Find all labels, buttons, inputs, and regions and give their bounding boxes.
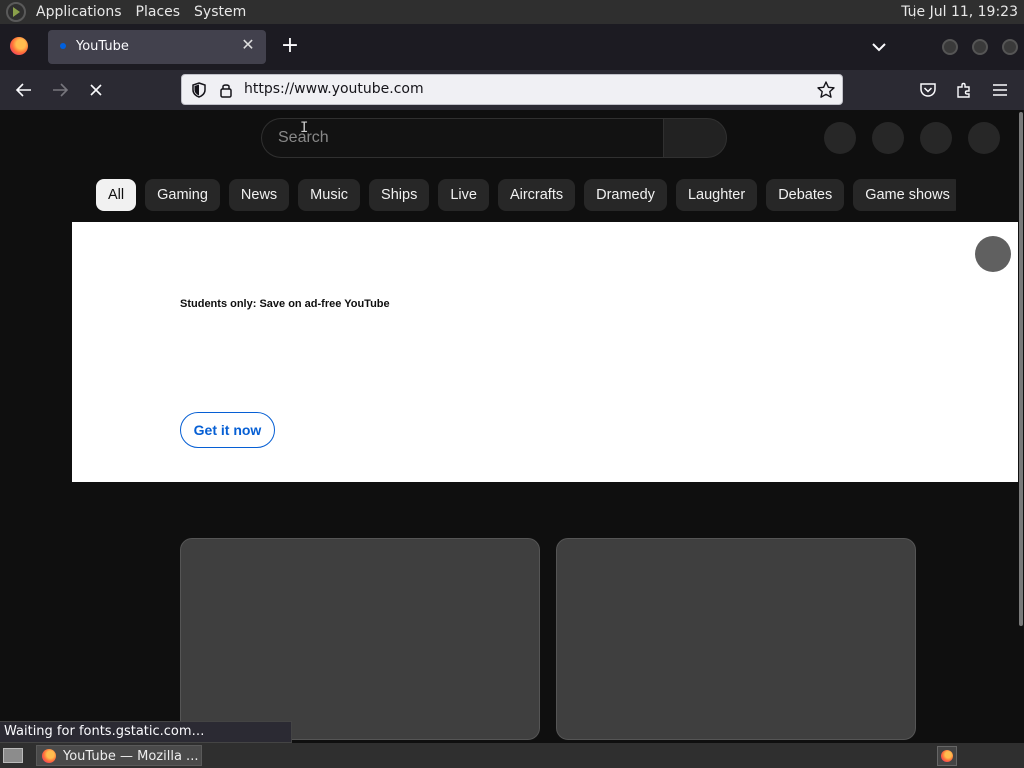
chip-debates[interactable]: Debates [766, 179, 845, 211]
arrow-right-icon[interactable] [48, 78, 72, 102]
show-desktop-icon[interactable] [3, 748, 23, 763]
url-bar[interactable]: https://www.youtube.com [181, 74, 843, 105]
tab-youtube[interactable]: YouTube ✕ [48, 30, 266, 64]
minimize-window-button[interactable] [942, 39, 958, 55]
dismiss-banner-button[interactable] [975, 236, 1011, 272]
taskbar-window-button[interactable]: YouTube — Mozilla ... [36, 745, 202, 766]
chip-ships[interactable]: Ships [369, 179, 430, 211]
video-thumbnail-placeholder[interactable] [556, 538, 916, 740]
chip-game-shows[interactable]: Game shows [853, 179, 956, 211]
arrow-left-icon[interactable] [12, 78, 36, 102]
avatar[interactable] [968, 122, 1000, 154]
menu-system[interactable]: System [190, 4, 250, 20]
chip-aircrafts[interactable]: Aircrafts [497, 179, 576, 211]
firefox-tray-icon[interactable] [937, 746, 957, 766]
category-chips: All Gaming News Music Ships Live Aircrafts Dram… [96, 179, 956, 211]
loading-favicon-icon [60, 43, 66, 49]
menu-applications[interactable]: Applications [32, 4, 126, 20]
tab-strip: YouTube ✕ + [0, 24, 1024, 70]
maximize-window-button[interactable] [972, 39, 988, 55]
close-window-button[interactable] [1002, 39, 1018, 55]
top-panel: Applications Places System Tue Jul 11, 1… [0, 0, 1024, 24]
url-text[interactable]: https://www.youtube.com [244, 81, 424, 97]
chip-laughter[interactable]: Laughter [675, 179, 758, 211]
chevron-down-icon[interactable] [868, 36, 890, 58]
chip-dramedy[interactable]: Dramedy [584, 179, 667, 211]
video-thumbnail-placeholder[interactable] [180, 538, 540, 740]
get-it-now-button[interactable]: Get it now [180, 412, 275, 448]
shield-icon[interactable] [190, 81, 208, 99]
tab-close-icon[interactable]: ✕ [238, 35, 258, 55]
pocket-icon[interactable] [918, 80, 938, 100]
loading-placeholder-icon[interactable] [872, 122, 904, 154]
status-tooltip: Waiting for fonts.gstatic.com… [0, 721, 292, 743]
loading-placeholder-icon[interactable] [824, 122, 856, 154]
firefox-view-icon[interactable] [10, 37, 28, 55]
lock-icon[interactable] [217, 81, 235, 99]
menu-places[interactable]: Places [132, 4, 185, 20]
premium-promo-banner: Students only: Save on ad-free YouTube G… [72, 222, 1018, 482]
text-cursor-icon: I [300, 120, 309, 136]
chip-all[interactable]: All [96, 179, 137, 211]
banner-headline: Students only: Save on ad-free YouTube [180, 298, 390, 310]
chip-live[interactable]: Live [438, 179, 489, 211]
loading-placeholder-icon[interactable] [920, 122, 952, 154]
search-box[interactable] [261, 118, 664, 158]
gnome-foot-icon[interactable] [6, 2, 26, 22]
taskbar-window-title: YouTube — Mozilla ... [63, 749, 199, 764]
star-icon[interactable] [816, 80, 836, 100]
search-input[interactable] [262, 119, 664, 157]
new-tab-button[interactable]: + [278, 34, 302, 58]
puzzle-icon[interactable] [954, 80, 974, 100]
youtube-page: I AllGamingNewsMusicShipsLiveAircraftsDr… [0, 110, 1018, 742]
chip-gaming[interactable]: Gaming [145, 179, 220, 211]
page-scrollbar[interactable] [1018, 110, 1024, 742]
bottom-panel: YouTube — Mozilla ... [0, 743, 1024, 768]
nav-bar: https://www.youtube.com [0, 70, 1024, 110]
firefox-icon [42, 749, 56, 763]
chip-news[interactable]: News [228, 179, 290, 211]
tab-title: YouTube [76, 39, 129, 54]
scrollbar-thumb[interactable] [1019, 112, 1023, 626]
close-icon[interactable] [84, 78, 108, 102]
search-button[interactable] [663, 118, 727, 158]
chip-music[interactable]: Music [298, 179, 361, 211]
clock[interactable]: Tue Jul 11, 19:23 [901, 4, 1018, 20]
hamburger-icon[interactable] [990, 80, 1010, 100]
